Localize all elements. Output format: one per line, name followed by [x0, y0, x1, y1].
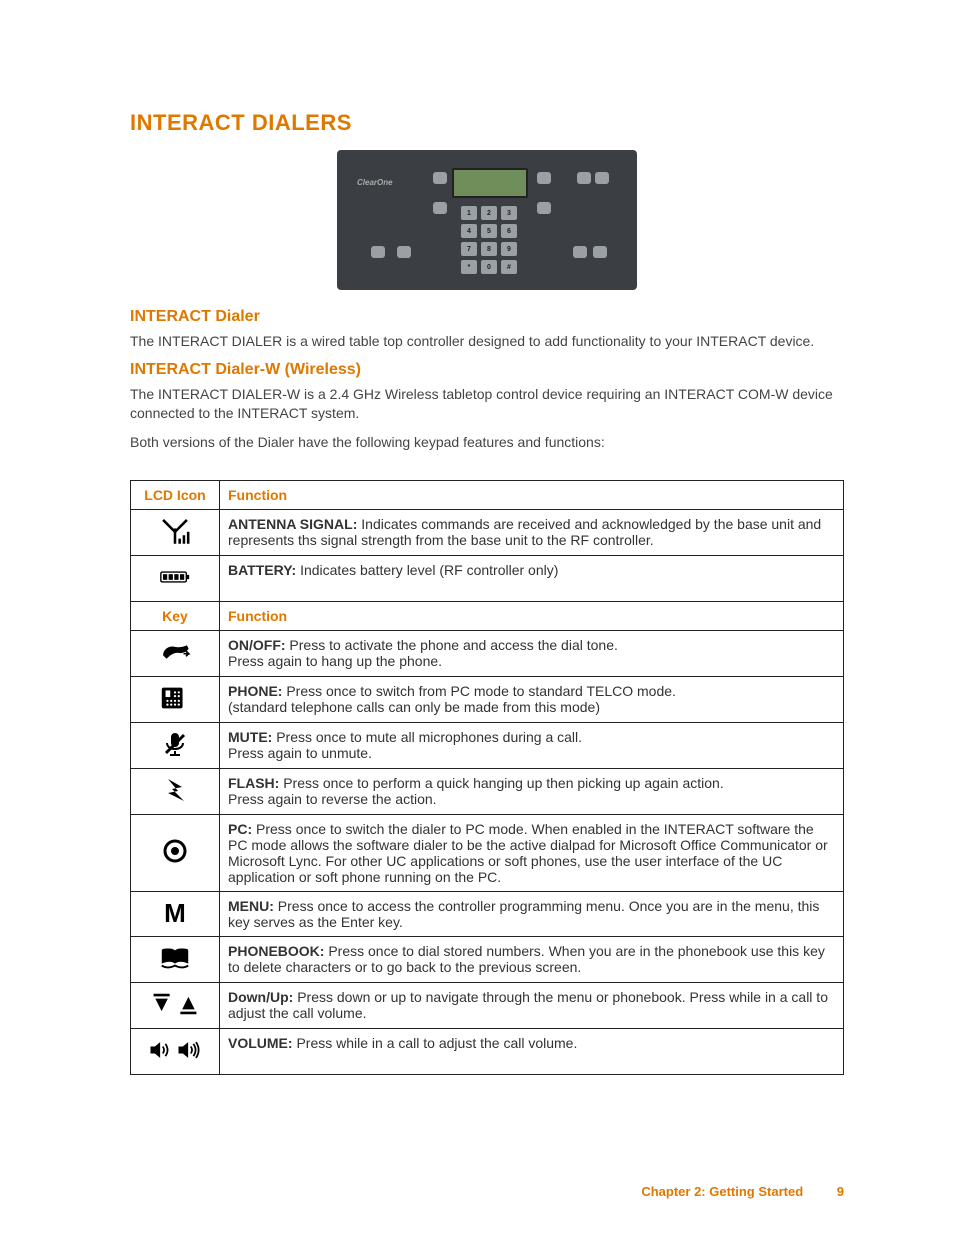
- device-onoff-btn: [371, 246, 385, 258]
- table-row: PHONEBOOK: Press once to dial stored num…: [131, 936, 844, 982]
- row-kw: ON/OFF:: [228, 637, 286, 653]
- device-mute-btn: [433, 172, 447, 184]
- row-kw: VOLUME:: [228, 1035, 293, 1051]
- row-text: Press while in a call to adjust the call…: [293, 1035, 578, 1051]
- device-flash-btn: [433, 202, 447, 214]
- row-text: Press down or up to navigate through the…: [228, 989, 828, 1021]
- section-body-dialer: The INTERACT DIALER is a wired table top…: [130, 332, 844, 351]
- device-keypad: 123 456 789 *0#: [461, 206, 517, 274]
- table-header-function2: Function: [220, 601, 844, 630]
- row-text: Press once to mute all microphones durin…: [228, 729, 582, 761]
- onoff-icon: [131, 630, 220, 676]
- row-kw: ANTENNA SIGNAL:: [228, 516, 357, 532]
- row-kw: PHONEBOOK:: [228, 943, 324, 959]
- table-row: VOLUME: Press while in a call to adjust …: [131, 1028, 844, 1074]
- table-row: PHONE: Press once to switch from PC mode…: [131, 676, 844, 722]
- battery-icon: [131, 555, 220, 601]
- volume-icon: [131, 1028, 220, 1074]
- row-kw: BATTERY:: [228, 562, 296, 578]
- row-kw: PHONE:: [228, 683, 282, 699]
- section-body-dialer-w: The INTERACT DIALER-W is a 2.4 GHz Wirel…: [130, 385, 844, 423]
- table-row: MUTE: Press once to mute all microphones…: [131, 722, 844, 768]
- table-row: ON/OFF: Press to activate the phone and …: [131, 630, 844, 676]
- page-footer: Chapter 2: Getting Started 9: [641, 1184, 844, 1199]
- table-row: ANTENNA SIGNAL: Indicates commands are r…: [131, 509, 844, 555]
- device-phone-btn: [397, 246, 411, 258]
- section-heading-dialer-w: INTERACT Dialer-W (Wireless): [130, 361, 844, 379]
- device-down-btn: [577, 172, 591, 184]
- antenna-signal-icon: [131, 509, 220, 555]
- row-text: Press once to switch from PC mode to sta…: [228, 683, 676, 715]
- row-kw: FLASH:: [228, 775, 279, 791]
- table-row: Down/Up: Press down or up to navigate th…: [131, 982, 844, 1028]
- section-body-both: Both versions of the Dialer have the fol…: [130, 433, 844, 452]
- menu-icon: M: [131, 891, 220, 936]
- row-kw: Down/Up:: [228, 989, 293, 1005]
- device-book-btn: [537, 202, 551, 214]
- table-header-key: Key: [131, 601, 220, 630]
- table-header-lcdicon: LCD Icon: [131, 480, 220, 509]
- row-kw: MUTE:: [228, 729, 272, 745]
- device-volup-btn: [593, 246, 607, 258]
- device-brand-label: ClearOne: [357, 178, 393, 187]
- table-row: PC: Press once to switch the dialer to P…: [131, 814, 844, 891]
- row-text: Press once to switch the dialer to PC mo…: [228, 821, 828, 885]
- phone-icon: [131, 676, 220, 722]
- device-lcd: [452, 168, 528, 198]
- footer-page-number: 9: [837, 1184, 844, 1199]
- pc-icon: [131, 814, 220, 891]
- row-kw: PC:: [228, 821, 252, 837]
- row-text: Indicates battery level (RF controller o…: [296, 562, 558, 578]
- table-header-function1: Function: [220, 480, 844, 509]
- down-up-icon: [131, 982, 220, 1028]
- section-heading-dialer: INTERACT Dialer: [130, 308, 844, 326]
- row-text: Press to activate the phone and access t…: [228, 637, 618, 669]
- table-row: M MENU: Press once to access the control…: [131, 891, 844, 936]
- row-text: Press once to perform a quick hanging up…: [228, 775, 724, 807]
- page-title: INTERACT DIALERS: [130, 110, 844, 136]
- footer-chapter: Chapter 2: Getting Started: [641, 1184, 803, 1199]
- table-row: FLASH: Press once to perform a quick han…: [131, 768, 844, 814]
- device-up-btn: [595, 172, 609, 184]
- table-row: BATTERY: Indicates battery level (RF con…: [131, 555, 844, 601]
- functions-table: LCD Icon Function ANTENNA SIGNAL: Indica…: [130, 480, 844, 1075]
- mute-icon: [131, 722, 220, 768]
- device-photo: ClearOne 123 456 789 *0#: [337, 150, 637, 290]
- phonebook-icon: [131, 936, 220, 982]
- document-page: INTERACT DIALERS ClearOne 123 456 789 *0…: [0, 0, 954, 1235]
- device-menu-btn: [537, 172, 551, 184]
- row-kw: MENU:: [228, 898, 274, 914]
- device-voldn-btn: [573, 246, 587, 258]
- flash-icon: [131, 768, 220, 814]
- row-text: Press once to access the controller prog…: [228, 898, 819, 930]
